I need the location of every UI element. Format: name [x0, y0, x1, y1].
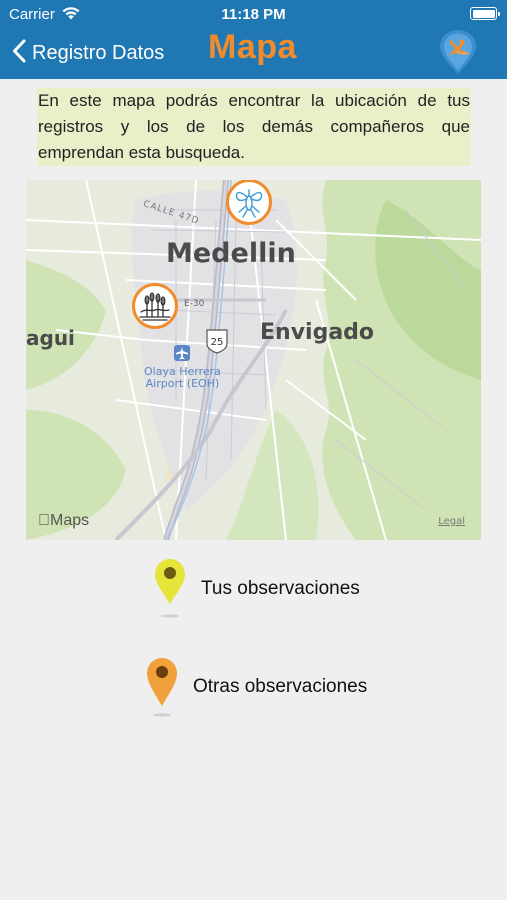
status-bar: Carrier 11:18 PM [0, 0, 507, 28]
road-label: E-30 [184, 299, 205, 309]
highway-shield-label: 25 [211, 337, 224, 348]
battery-icon [470, 7, 500, 20]
page-title: Mapa [208, 28, 297, 66]
legal-link[interactable]: Legal [438, 516, 465, 527]
west-area-label: agui [26, 326, 75, 350]
mosquito-icon [235, 189, 263, 218]
apple-logo-icon:  [38, 512, 50, 529]
yellow-pin-icon [155, 559, 185, 618]
navigation-bar: Registro Datos Mapa [0, 28, 507, 79]
legend-other-observations: Otras observaciones [145, 656, 367, 718]
airport-label: Olaya Herrera Airport (EOH) [144, 366, 221, 390]
map-view[interactable]: 25 CALLE 47D Medellin E-30 Envigado agui… [26, 180, 481, 540]
observation-marker-habitat[interactable] [132, 283, 178, 329]
maps-attribution: Maps [38, 512, 89, 530]
app-logo-icon [435, 30, 481, 76]
chevron-left-icon [12, 39, 26, 68]
reeds-icon [139, 292, 171, 321]
clock-label: 11:18 PM [221, 6, 286, 23]
city-label: Medellin [166, 238, 296, 269]
observation-marker-insect[interactable] [226, 180, 272, 225]
legend-others-label: Otras observaciones [193, 676, 368, 697]
legend-own-observations: Tus observaciones [153, 558, 360, 620]
back-button-label: Registro Datos [32, 41, 165, 64]
maps-attribution-label: Maps [38, 512, 89, 529]
map-description: En este mapa podrás encontrar la ubicaci… [37, 88, 471, 166]
orange-pin-icon [147, 658, 177, 717]
airport-code: Airport (EOH) [145, 377, 220, 390]
legend-own-label: Tus observaciones [201, 578, 360, 599]
map-tiles: 25 [26, 180, 481, 540]
back-button[interactable]: Registro Datos [12, 38, 164, 68]
header-bar: Carrier 11:18 PM Registro Datos Mapa [0, 0, 507, 79]
district-label: Envigado [260, 320, 375, 345]
